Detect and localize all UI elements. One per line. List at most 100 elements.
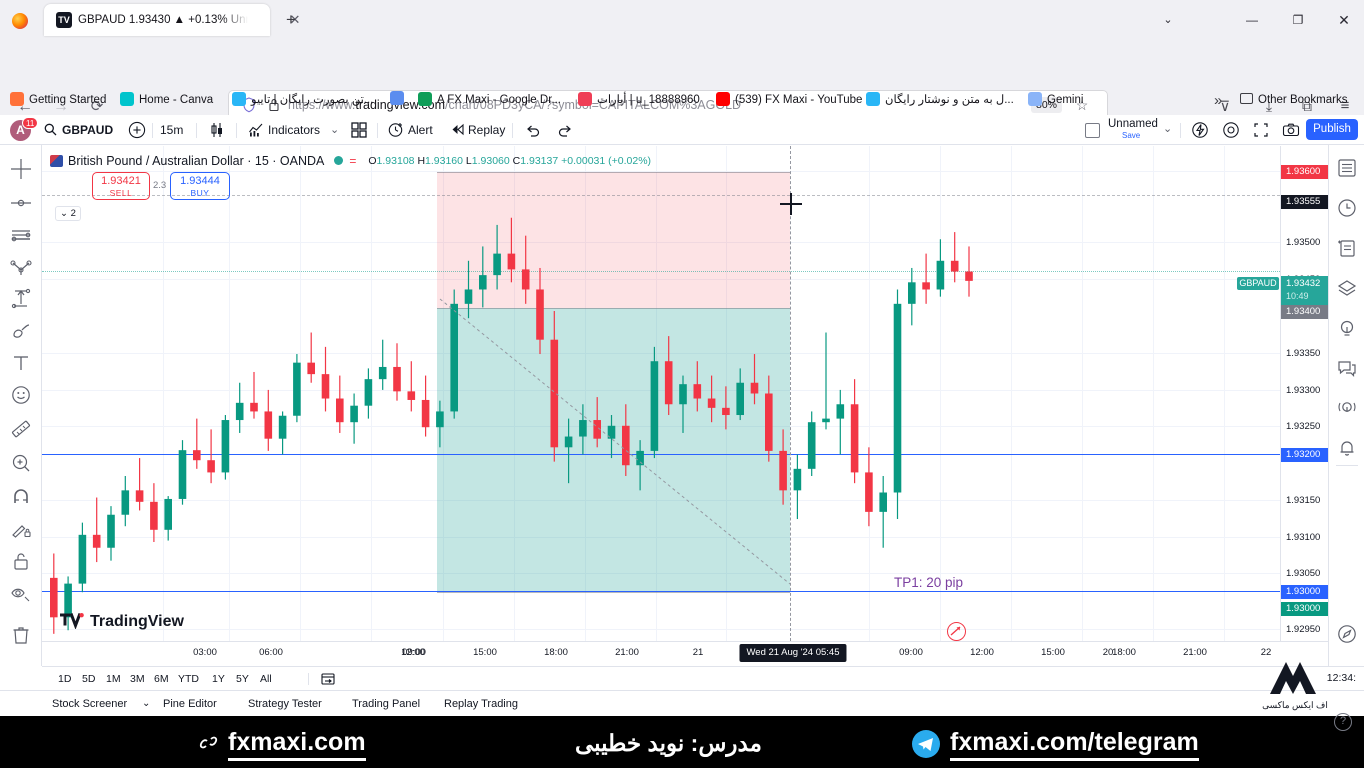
range-button-3m[interactable]: 3M <box>130 672 145 686</box>
range-button-1y[interactable]: 1Y <box>212 672 225 686</box>
trend-line-tool-icon[interactable] <box>9 191 33 215</box>
chat-icon[interactable] <box>1336 357 1358 379</box>
range-button-1m[interactable]: 1M <box>106 672 121 686</box>
price-scale[interactable]: 1.936001.935551.935001.934501.933501.933… <box>1237 146 1329 641</box>
bottom-panel-replay-trading[interactable]: Replay Trading <box>444 697 518 711</box>
ruler-tool-icon[interactable] <box>9 417 33 441</box>
time-scale[interactable]: 20 03:00 06:00 09:00 12:00 15:00 18:00 21:00 21 0… <box>42 641 1328 666</box>
publish-button[interactable]: Publish <box>1306 119 1358 140</box>
crosshair-tool-icon[interactable] <box>9 157 33 181</box>
redo-icon[interactable] <box>556 121 574 139</box>
browser-tab[interactable]: TV GBPAUD 1.93430 ▲ +0.13% Unn ✕ <box>44 4 300 36</box>
replay-button[interactable]: Replay <box>468 119 505 141</box>
bookmarks-overflow-icon[interactable]: » <box>1214 86 1222 115</box>
right-sidebar <box>1328 145 1364 666</box>
range-button-5d[interactable]: 5D <box>82 672 95 686</box>
bookmark-item[interactable] <box>390 86 409 115</box>
toolbar-divider <box>196 123 197 138</box>
plus-circle-icon[interactable] <box>128 121 146 139</box>
layout-toggle-button[interactable] <box>1085 123 1100 138</box>
text-tool-icon[interactable] <box>9 351 33 375</box>
candles-icon[interactable] <box>208 121 226 139</box>
range-button-5y[interactable]: 5Y <box>236 672 249 686</box>
window-account-icon[interactable]: ⌄ <box>1160 12 1176 28</box>
bookmark-item[interactable]: تن بصورت رایگان | تاییو... <box>232 86 373 115</box>
help-button[interactable]: ? <box>1334 713 1352 731</box>
layout-name-label[interactable]: Unnamed <box>1108 117 1158 131</box>
chevron-down-icon[interactable]: ⌄ <box>330 119 339 141</box>
firefox-logo-icon <box>12 13 28 29</box>
watchlist-icon[interactable] <box>1336 157 1358 179</box>
drawing-lock-icon[interactable] <box>9 517 33 541</box>
brush-tool-icon[interactable] <box>9 319 33 343</box>
range-button-6m[interactable]: 6M <box>154 672 169 686</box>
lightning-icon[interactable] <box>1191 121 1209 139</box>
sell-button[interactable]: 1.93421 SELL <box>92 172 150 200</box>
banner-telegram-link[interactable]: fxmaxi.com/telegram <box>950 728 1199 761</box>
chevron-down-icon[interactable]: ⌄ <box>1163 120 1172 138</box>
search-icon[interactable] <box>44 123 57 136</box>
bookmark-item[interactable]: Home - Canva <box>120 86 213 115</box>
bookmark-item[interactable]: Gemini <box>1028 86 1083 115</box>
tp1-annotation[interactable]: TP1: 20 pip <box>894 575 963 590</box>
range-button-ytd[interactable]: YTD <box>178 672 199 686</box>
notifications-bell-icon[interactable] <box>1336 437 1358 459</box>
camera-icon[interactable] <box>1282 121 1300 139</box>
undo-icon[interactable] <box>524 121 542 139</box>
bookmark-item[interactable]: Getting Started <box>10 86 106 115</box>
navigation-icon[interactable] <box>1336 623 1358 645</box>
window-maximize-button[interactable]: ❐ <box>1290 12 1306 28</box>
buy-button[interactable]: 1.93444 BUY <box>170 172 230 200</box>
price-scale-label: 1.93200 <box>1281 448 1329 462</box>
bottom-panel-pine-editor[interactable]: Pine Editor <box>163 697 217 711</box>
go-to-date-icon[interactable] <box>320 671 336 687</box>
data-window-icon[interactable] <box>1336 237 1358 259</box>
range-button-all[interactable]: All <box>260 672 272 686</box>
bookmark-favicon-icon <box>418 91 432 106</box>
fullscreen-icon[interactable] <box>1252 121 1270 139</box>
gear-icon[interactable] <box>1222 121 1240 139</box>
bottom-panel-stock-screener[interactable]: Stock Screener <box>52 697 127 711</box>
symbol-search-button[interactable]: GBPAUD <box>62 119 113 141</box>
bookmark-item[interactable]: ل به متن و نوشتار رایگان... <box>866 86 1014 115</box>
chart-canvas[interactable]: British Pound / Australian Dollar · 15 ·… <box>42 146 1280 641</box>
alerts-clock-icon[interactable] <box>1336 197 1358 219</box>
bottom-panel-strategy-tester[interactable]: Strategy Tester <box>248 697 322 711</box>
magnet-tool-icon[interactable] <box>9 485 33 509</box>
zoom-tool-icon[interactable] <box>9 451 33 475</box>
alert-button[interactable]: Alert <box>408 119 433 141</box>
range-button-1d[interactable]: 1D <box>58 672 71 686</box>
emoji-tool-icon[interactable] <box>9 383 33 407</box>
horizontal-lines-tool-icon[interactable] <box>9 223 33 247</box>
window-minimize-button[interactable]: — <box>1244 12 1260 28</box>
chevron-down-icon[interactable]: ⌄ <box>142 697 150 711</box>
bookmark-item[interactable]: (539) FX Maxi - YouTube <box>716 86 862 115</box>
trash-icon[interactable] <box>9 623 33 647</box>
banner-website-link[interactable]: fxmaxi.com <box>228 728 366 761</box>
interval-button[interactable]: 15m <box>160 119 183 141</box>
bottom-panel-trading-panel[interactable]: Trading Panel <box>352 697 420 711</box>
hide-drawings-icon[interactable] <box>9 581 33 605</box>
indicators-icon[interactable] <box>248 122 264 138</box>
alert-clock-icon[interactable] <box>387 121 404 138</box>
chart-clock: 12:34: <box>1326 672 1356 684</box>
legend-collapse-badge[interactable]: ⌄ 2 <box>55 206 81 221</box>
toolbar-divider <box>512 123 513 138</box>
new-tab-button[interactable]: + <box>282 11 300 29</box>
replay-icon[interactable] <box>450 122 465 137</box>
indicators-button[interactable]: Indicators <box>268 119 320 141</box>
bookmark-item[interactable]: A FX Maxi - Google Dr... <box>418 86 561 115</box>
drawing-toolbar <box>0 145 42 729</box>
pitchfork-tool-icon[interactable] <box>9 255 33 279</box>
ideas-icon[interactable] <box>1336 317 1358 339</box>
layout-save-button[interactable]: Save <box>1122 130 1140 141</box>
broadcast-icon[interactable] <box>1336 397 1358 419</box>
grid-icon[interactable] <box>351 122 367 138</box>
lock-icon[interactable] <box>9 549 33 573</box>
measure-tool-icon[interactable] <box>9 287 33 311</box>
window-close-button[interactable]: ✕ <box>1336 12 1352 28</box>
replay-position-icon[interactable] <box>947 622 966 641</box>
bookmark-item[interactable]: أپارات | u_18888960 <box>578 86 700 115</box>
hotlists-icon[interactable] <box>1336 277 1358 299</box>
other-bookmarks-button[interactable]: Other Bookmarks <box>1240 86 1347 115</box>
